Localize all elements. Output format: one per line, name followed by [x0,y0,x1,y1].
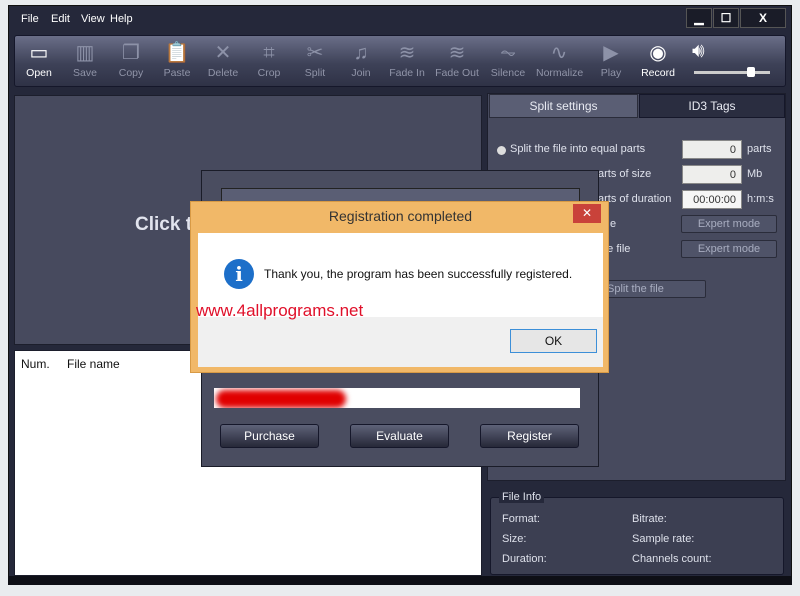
toolbar-label: Fade In [389,67,425,79]
dialog-footer: OK [198,317,603,367]
toolbar-play-button[interactable]: ▶ Play [588,41,634,79]
toolbar-label: Paste [163,67,191,79]
column-num[interactable]: Num. [21,357,50,371]
watermark: www.4allprograms.net [196,301,364,320]
info-icon: i [224,259,254,289]
toolbar-open-button[interactable]: ▭ Open [16,41,62,79]
normalize-icon: ∿ [550,42,568,64]
parts-input[interactable]: 0 [682,140,742,159]
size-unit: Mb [747,168,763,180]
volume-slider[interactable] [694,71,770,74]
crop-icon: ⌗ [263,42,275,64]
option-4-label: e [610,218,617,230]
fade-in-icon: ≋ [398,42,416,64]
toolbar-label: Split [304,67,326,79]
join-icon: ♫ [353,42,369,64]
file-info-group: File Info Format: Bitrate: Size: Sample … [490,491,784,575]
dialog-content: i Thank you, the program has been succes… [198,233,603,367]
parts-unit: parts [747,143,772,155]
toolbar-label: Copy [118,67,144,79]
file-info-title: File Info [499,491,545,503]
size-input[interactable]: 0 [682,165,742,184]
toolbar-record-button[interactable]: ◉ Record [635,41,681,79]
dialog-message: Thank you, the program has been successf… [264,267,573,281]
speaker-icon: 🔊︎ [692,40,705,62]
toolbar-label: Record [641,67,675,79]
evaluate-button[interactable]: Evaluate [350,424,449,448]
toolbar-join-button[interactable]: ♫ Join [338,41,384,79]
folder-icon: ▭ [29,42,49,64]
save-icon: ▥ [75,42,95,64]
toolbar-copy-button[interactable]: ❐ Copy [108,41,154,79]
play-icon: ▶ [603,42,619,64]
option-duration-label: arts of duration [598,193,672,205]
expert-mode-button-1[interactable]: Expert mode [681,215,777,233]
silence-icon: ⏦ [499,42,517,64]
menu-help[interactable]: Help [110,13,133,25]
toolbar-label: Silence [490,67,526,79]
radio-equal-parts[interactable] [497,146,506,155]
dialog-close-button[interactable]: ✕ [573,204,601,223]
toolbar-label: Normalize [536,67,584,79]
paste-icon: 📋 [164,42,190,64]
fade-out-icon: ≋ [448,42,466,64]
toolbar-label: Play [600,67,622,79]
maximize-button[interactable]: ☐ [713,8,739,28]
copy-icon: ❐ [122,42,140,64]
registration-key-field[interactable] [214,388,580,408]
toolbar-normalize-button[interactable]: ∿ Normalize [536,41,584,79]
tab-id3-tags[interactable]: ID3 Tags [639,94,785,118]
redacted-mark [216,390,346,408]
close-button[interactable]: X [740,8,786,28]
toolbar-label: Join [351,67,371,79]
purchase-button[interactable]: Purchase [220,424,319,448]
toolbar-label: Delete [207,67,239,79]
expert-mode-button-2[interactable]: Expert mode [681,240,777,258]
option-size-label: arts of size [598,168,652,180]
duration-unit: h:m:s [747,193,774,205]
menu-edit[interactable]: Edit [51,13,70,25]
scissors-icon: ✂ [306,42,324,64]
size-label: Size: [502,533,527,545]
dialog-title: Registration completed [328,208,473,224]
option-equal-parts-label: Split the file into equal parts [510,143,646,155]
tab-split-settings[interactable]: Split settings [489,94,638,118]
toolbar-split-button[interactable]: ✂ Split [292,41,338,79]
bitrate-label: Bitrate: [632,513,667,525]
menu-file[interactable]: File [21,13,39,25]
toolbar-label: Crop [257,67,281,79]
toolbar-delete-button[interactable]: ✕ Delete [200,41,246,79]
toolbar-paste-button[interactable]: 📋 Paste [154,41,200,79]
toolbar-label: Open [26,67,52,79]
format-label: Format: [502,513,540,525]
volume-slider-handle[interactable] [747,67,755,77]
toolbar-label: Save [73,67,97,79]
open-prompt: Click t [135,214,193,235]
column-file-name[interactable]: File name [67,357,120,371]
toolbar-fade-out-button[interactable]: ≋ Fade Out [434,41,480,79]
ok-button[interactable]: OK [510,329,597,353]
toolbar-silence-button[interactable]: ⏦ Silence [485,41,531,79]
status-bar [8,576,792,585]
record-icon: ◉ [649,42,667,64]
registration-completed-dialog: Registration completed ✕ i Thank you, th… [190,201,609,373]
toolbar-label: Fade Out [435,67,479,79]
duration-label: Duration: [502,553,547,565]
channels-count-label: Channels count: [632,553,712,565]
delete-icon: ✕ [214,42,232,64]
menu-view[interactable]: View [81,13,105,25]
toolbar-fade-in-button[interactable]: ≋ Fade In [384,41,430,79]
duration-input[interactable]: 00:00:00 [682,190,742,209]
minimize-button[interactable]: ▁ [686,8,712,28]
register-button[interactable]: Register [480,424,579,448]
sample-rate-label: Sample rate: [632,533,695,545]
toolbar-crop-button[interactable]: ⌗ Crop [246,41,292,79]
split-file-button[interactable]: Split the file [598,280,706,298]
toolbar-save-button[interactable]: ▥ Save [62,41,108,79]
